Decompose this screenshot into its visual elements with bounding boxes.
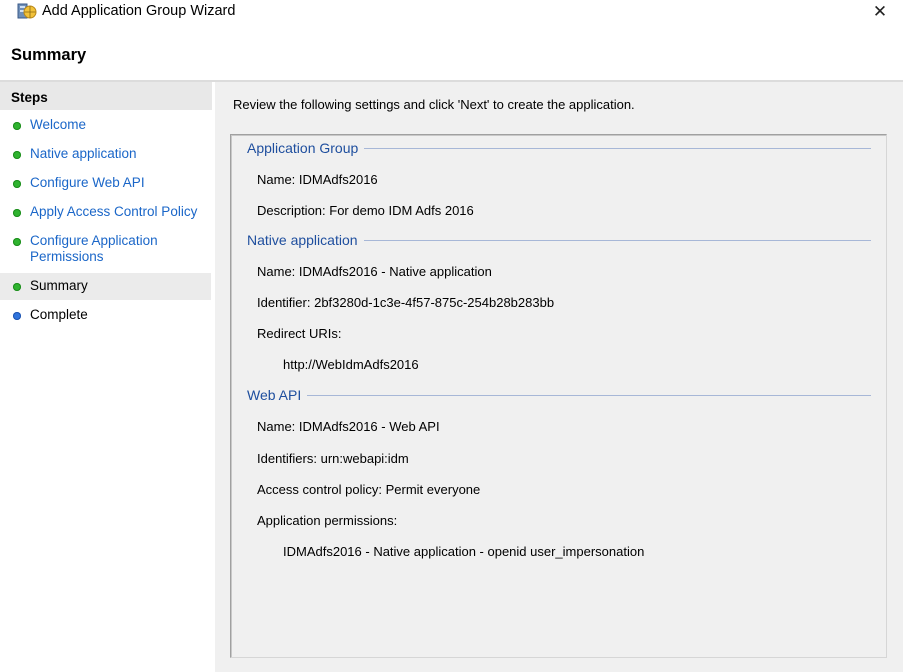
blue-dot-icon (13, 312, 21, 320)
title-bar: Add Application Group Wizard ✕ (0, 0, 903, 24)
green-dot-icon (13, 180, 21, 188)
step-welcome[interactable]: Welcome (0, 112, 211, 139)
summary-content: Review the following settings and click … (215, 82, 903, 672)
intro-text: Review the following settings and click … (233, 97, 635, 112)
green-dot-icon (13, 238, 21, 246)
summary-line: Identifier: 2bf3280d-1c3e-4f57-875c-254b… (257, 295, 555, 310)
summary-line: Description: For demo IDM Adfs 2016 (257, 203, 474, 218)
section-divider (363, 239, 871, 241)
summary-line: Application permissions: (257, 513, 398, 528)
steps-heading-label: Steps (11, 90, 48, 105)
step-label: Welcome (30, 117, 87, 132)
summary-line: Identifiers: urn:webapi:idm (257, 451, 409, 466)
close-icon: ✕ (872, 2, 888, 21)
summary-line: Name: IDMAdfs2016 - Web API (257, 419, 440, 434)
step-complete: Complete (0, 302, 211, 329)
step-native-application[interactable]: Native application (0, 141, 211, 168)
summary-line: Name: IDMAdfs2016 (257, 172, 378, 187)
step-label: Apply Access Control Policy (30, 204, 198, 219)
page-header: Summary (0, 34, 903, 80)
step-label: Summary (30, 278, 88, 293)
summary-line: Name: IDMAdfs2016 - Native application (257, 264, 492, 279)
section-title: Native application (247, 232, 358, 248)
green-dot-icon (13, 209, 21, 217)
summary-line: Access control policy: Permit everyone (257, 482, 481, 497)
green-dot-icon (13, 283, 21, 291)
section-divider (364, 147, 871, 149)
step-label: Configure Application Permissions (30, 233, 158, 264)
section-native-application: Native application (247, 232, 871, 248)
summary-line: Redirect URIs: (257, 326, 342, 341)
steps-panel: Steps Welcome Native application Configu… (0, 82, 214, 672)
section-title: Application Group (247, 140, 359, 156)
section-title: Web API (247, 387, 302, 403)
step-configure-web-api[interactable]: Configure Web API (0, 170, 211, 197)
summary-line: IDMAdfs2016 - Native application - openi… (283, 544, 645, 559)
green-dot-icon (13, 151, 21, 159)
section-divider (307, 394, 871, 396)
close-button[interactable]: ✕ (862, 0, 898, 24)
step-label: Complete (30, 307, 88, 322)
page-title: Summary (11, 46, 87, 64)
step-configure-application-permissions[interactable]: Configure Application Permissions (0, 228, 211, 272)
summary-box[interactable]: Application Group Name: IDMAdfs2016 Desc… (230, 134, 887, 658)
server-globe-icon (17, 3, 37, 19)
green-dot-icon (13, 122, 21, 130)
step-label: Configure Web API (30, 175, 145, 190)
section-application-group: Application Group (247, 140, 871, 156)
step-summary[interactable]: Summary (0, 273, 211, 300)
window-title: Add Application Group Wizard (42, 3, 236, 19)
steps-heading: Steps (0, 82, 212, 110)
step-apply-access-control-policy[interactable]: Apply Access Control Policy (0, 199, 211, 226)
summary-line: http://WebIdmAdfs2016 (283, 357, 419, 372)
step-label: Native application (30, 146, 137, 161)
section-web-api: Web API (247, 387, 871, 403)
